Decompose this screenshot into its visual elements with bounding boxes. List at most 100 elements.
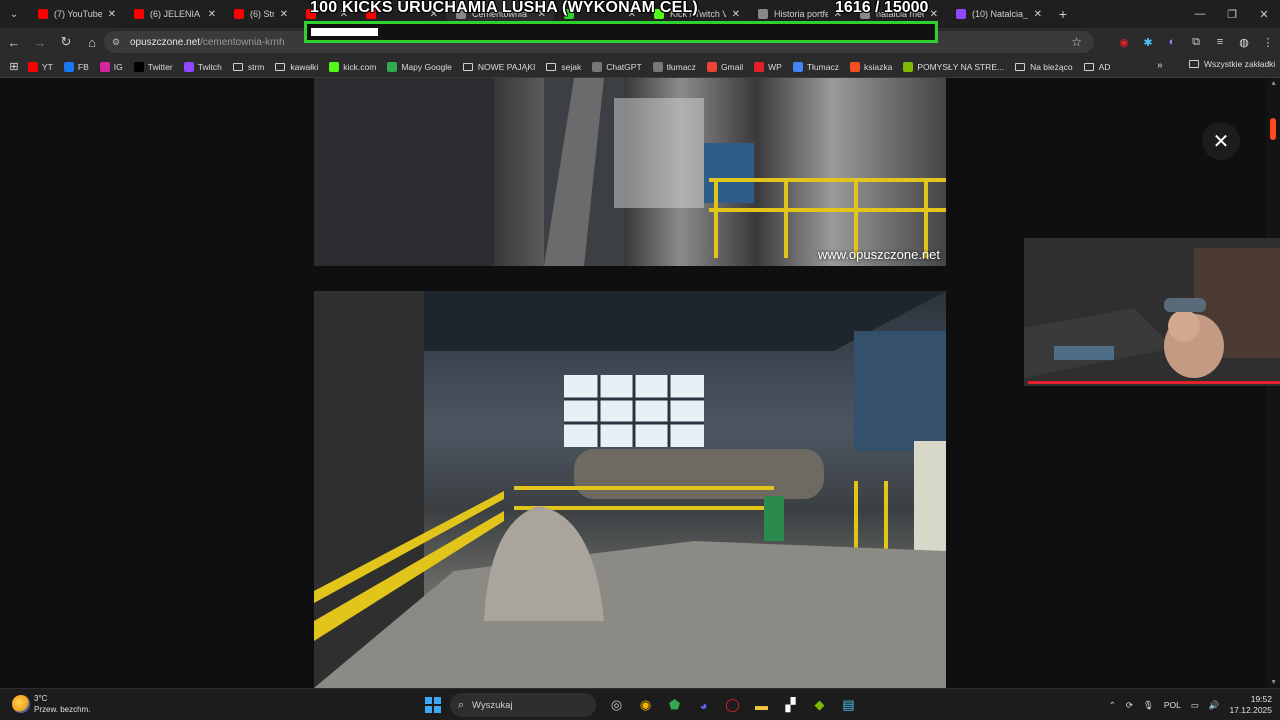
scrollbar-thumb[interactable]	[1270, 118, 1276, 140]
bookmark-folder[interactable]: kawałki	[275, 62, 318, 72]
taskbar-search[interactable]: ⌕ Wyszukaj	[450, 693, 596, 717]
browser-tab[interactable]: (6) JELENIA GÓ ✕	[124, 0, 224, 28]
extensions-icon[interactable]: ⧉	[1184, 36, 1208, 49]
tab-title: (6) Stranger Th	[250, 9, 274, 19]
bookmark-link[interactable]: Tłumacz	[792, 61, 839, 72]
start-button[interactable]	[422, 694, 444, 716]
site-info-icon[interactable]: ⚙	[112, 37, 130, 48]
lightbox-close-button[interactable]: ✕	[1202, 122, 1240, 160]
restore-button[interactable]: ❐	[1216, 0, 1248, 28]
menu-kebab-icon[interactable]: ⋮	[1256, 36, 1280, 49]
obs-app-icon[interactable]: ◎	[602, 692, 631, 718]
tab-close-icon[interactable]: ✕	[280, 9, 288, 20]
bookmark-folder[interactable]: strm	[232, 62, 264, 72]
url-domain: opuszczone.net	[130, 36, 201, 48]
bookmark-folder[interactable]: Na bieżąco	[1015, 62, 1073, 72]
reading-list-icon[interactable]: ≡	[1208, 36, 1232, 48]
tray-sync-icon[interactable]: ⟳	[1126, 700, 1133, 711]
bookmark-folder[interactable]: NOWE PAJĄKI	[462, 62, 535, 72]
tab-close-icon[interactable]: ✕	[208, 9, 216, 20]
tab-close-icon[interactable]: ✕	[1034, 9, 1042, 20]
bookmark-link[interactable]: WP	[754, 61, 782, 72]
tab-close-icon[interactable]: ✕	[108, 9, 116, 20]
instagram-icon	[99, 61, 110, 72]
taskbar-clock[interactable]: 19:52 17.12.2025	[1229, 694, 1272, 716]
url-text: opuszczone.net/cementownia-krnh	[130, 37, 285, 48]
bookmark-folder[interactable]: AD	[1083, 62, 1110, 72]
chrome-app-icon[interactable]: ◉	[631, 692, 660, 718]
network-icon[interactable]: ▭	[1191, 700, 1199, 711]
browser-tab[interactable]: (7) YouTube ✕	[28, 0, 124, 28]
home-button[interactable]: ⌂	[80, 30, 104, 54]
bookmark-link[interactable]: kick.com	[329, 61, 376, 72]
bookmark-link[interactable]: Twitch	[183, 61, 222, 72]
webcam-accent-bar	[1028, 381, 1280, 384]
capcut-app-icon[interactable]: ▞	[776, 692, 805, 718]
bookmark-link[interactable]: tłumacz	[652, 61, 696, 72]
bookmark-link[interactable]: POMYSŁY NA STRE...	[903, 61, 1004, 72]
tab-close-icon[interactable]: ✕	[732, 9, 740, 20]
taskbar-search-placeholder: Wyszukaj	[472, 699, 513, 711]
reload-button[interactable]: ↻	[54, 30, 78, 54]
gallery-photo[interactable]: www.opuszczone.net	[314, 78, 946, 266]
notepad-app-icon[interactable]: ▤	[834, 692, 863, 718]
stack-app-icon[interactable]: ◆	[805, 692, 834, 718]
shield-app-icon[interactable]: ⬟	[660, 692, 689, 718]
weather-widget[interactable]: 3°C Przew. bezchm.	[12, 693, 90, 715]
system-tray: ⌃ ⟳ 🎙 POL ▭ 🔊 19:52 17.12.2025	[1099, 692, 1272, 718]
new-tab-button[interactable]: +	[1050, 6, 1076, 22]
scroll-up-arrow-icon[interactable]: ▲	[1270, 80, 1277, 87]
tab-favicon-icon	[134, 9, 144, 19]
gallery-photo[interactable]	[314, 291, 946, 688]
maps-icon	[387, 61, 398, 72]
profile-avatar[interactable]: ◍	[1232, 36, 1256, 49]
bookmark-link[interactable]: YT	[28, 61, 53, 72]
scroll-down-arrow-icon[interactable]: ▼	[1270, 679, 1277, 686]
forward-button[interactable]: →	[28, 30, 52, 54]
bookmark-link[interactable]: IG	[99, 61, 123, 72]
browser-tab[interactable]: (6) Stranger Th ✕	[224, 0, 296, 28]
tab-favicon-icon	[234, 9, 244, 19]
minimize-button[interactable]: —	[1184, 0, 1216, 28]
folder-icon	[275, 62, 286, 71]
bookmark-link[interactable]: Gmail	[706, 61, 743, 72]
weather-sun-icon	[12, 695, 30, 713]
webcam-streamer-image	[1024, 238, 1280, 386]
apps-grid-icon[interactable]: ⊞	[0, 60, 28, 73]
bookmark-link[interactable]: ksiazka	[849, 61, 892, 72]
bookmark-link[interactable]: FB	[63, 61, 89, 72]
back-button[interactable]: ←	[2, 30, 26, 54]
bookmark-label: Twitter	[147, 61, 173, 72]
bookmark-folder[interactable]: sejak	[546, 62, 581, 72]
folder-icon	[232, 62, 243, 71]
tab-favicon-icon	[956, 9, 966, 19]
folder-icon	[1083, 62, 1094, 71]
close-window-button[interactable]: ✕	[1248, 0, 1280, 28]
tab-close-icon[interactable]: ✕	[930, 9, 938, 20]
bookmark-label: kawałki	[290, 61, 319, 72]
bookmark-label: YT	[42, 61, 53, 72]
discord-app-icon[interactable]: ◕	[689, 692, 718, 718]
tab-search-button[interactable]: ⌄	[0, 0, 28, 28]
volume-icon[interactable]: 🔊	[1209, 700, 1220, 711]
input-language[interactable]: POL	[1164, 700, 1181, 710]
arrow-left-icon: ←	[7, 34, 21, 50]
tray-chevron-up-icon[interactable]: ⌃	[1109, 700, 1116, 711]
file-explorer-icon[interactable]: ▬	[747, 692, 776, 718]
x-icon	[133, 61, 144, 72]
translate-extension-icon[interactable]: ✱	[1136, 36, 1160, 49]
microphone-icon[interactable]: 🎙	[1143, 700, 1154, 711]
vpn-extension-icon[interactable]: ◐	[1160, 36, 1184, 48]
bookmark-link[interactable]: Twitter	[133, 61, 173, 72]
taskbar-apps: ⌕ Wyszukaj ◎ ◉ ⬟ ◕ ◯ ▬ ▞ ◆ ▤	[422, 692, 863, 718]
bookmark-star-icon[interactable]: ☆	[1071, 35, 1082, 49]
bookmark-link[interactable]: ChatGPT	[592, 61, 642, 72]
microsoft-icon	[903, 61, 914, 72]
bookmark-link[interactable]: Mapy Google	[387, 61, 452, 72]
bookmarks-overflow-button[interactable]: »	[1157, 60, 1163, 71]
all-bookmarks-folder[interactable]: Wszystkie zakładki	[1189, 59, 1275, 69]
record-extension-icon[interactable]: ◉	[1112, 36, 1136, 49]
facebook-icon	[63, 61, 74, 72]
opera-app-icon[interactable]: ◯	[718, 692, 747, 718]
browser-tab[interactable]: (10) Natalcia_ ✕	[946, 0, 1050, 28]
